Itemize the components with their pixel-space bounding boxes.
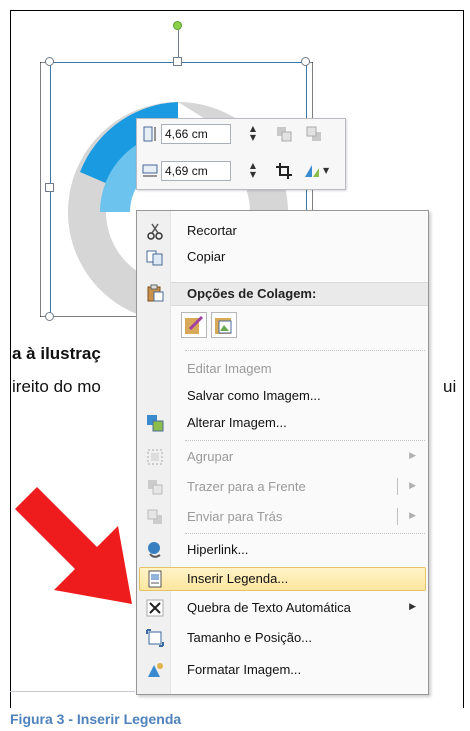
menu-item-insert-caption[interactable]: Inserir Legenda... xyxy=(137,567,428,591)
resize-handle-bottom-left[interactable] xyxy=(45,312,54,321)
menu-item-label: Copiar xyxy=(187,249,226,264)
menu-item-label: Quebra de Texto Automática xyxy=(187,600,351,615)
menu-item-label: Inserir Legenda... xyxy=(187,571,289,586)
menu-separator xyxy=(185,533,425,534)
submenu-arrow-icon: ▶ xyxy=(409,510,416,520)
height-spinner[interactable]: ▲ ▼ xyxy=(247,124,259,144)
menu-item-label: Editar Imagem xyxy=(187,361,272,376)
width-spinner[interactable]: ▲ ▼ xyxy=(247,161,259,181)
menu-separator xyxy=(185,440,425,441)
menu-item-label: Hiperlink... xyxy=(187,542,249,557)
menu-item-send-backward: Enviar para Trás ▶ xyxy=(137,505,428,529)
split-separator xyxy=(397,508,398,525)
format-picture-icon xyxy=(148,663,163,677)
size-mini-toolbar: 4,66 cm ▲ ▼ 4,69 cm ▲ ▼ ▼ xyxy=(136,118,346,190)
resize-handle-top-left[interactable] xyxy=(45,57,54,66)
menu-item-label: Trazer para a Frente xyxy=(187,479,306,494)
paste-options-label: Opções de Colagem: xyxy=(187,286,317,301)
split-separator xyxy=(397,478,398,495)
rotate-handle[interactable] xyxy=(173,21,182,30)
menu-item-label: Salvar como Imagem... xyxy=(187,388,321,403)
menu-item-label: Alterar Imagem... xyxy=(187,415,287,430)
change-picture-icon xyxy=(147,415,164,432)
menu-item-change-picture[interactable]: Alterar Imagem... xyxy=(137,411,428,435)
shape-height-icon xyxy=(143,126,156,142)
figure-caption: Figura 3 - Inserir Legenda xyxy=(10,711,182,727)
menu-item-label: Formatar Imagem... xyxy=(187,662,302,677)
copy-icon xyxy=(146,250,163,266)
menu-item-copy[interactable]: Copiar xyxy=(137,245,428,269)
menu-item-group: Agrupar ▶ xyxy=(137,445,428,469)
menu-item-edit-picture: Editar Imagem xyxy=(137,357,428,381)
menu-item-label: Recortar xyxy=(187,223,237,238)
menu-item-label: Agrupar xyxy=(187,449,234,464)
group-icon xyxy=(147,449,163,465)
menu-item-size-position[interactable]: Tamanho e Posição... xyxy=(137,626,428,650)
doc-line-right: ui xyxy=(443,377,457,396)
send-backward-icon[interactable] xyxy=(305,125,323,143)
scissors-icon xyxy=(147,223,163,240)
menu-item-bring-forward: Trazer para a Frente ▶ xyxy=(137,475,428,499)
menu-item-text-wrap[interactable]: Quebra de Texto Automática ▶ xyxy=(137,596,428,620)
resize-handle-top-right[interactable] xyxy=(301,57,310,66)
resize-handle-left[interactable] xyxy=(45,183,54,192)
menu-item-format-picture[interactable]: Formatar Imagem... xyxy=(137,658,428,682)
paste-options-header: Opções de Colagem: xyxy=(171,282,428,306)
red-arrow-annotation xyxy=(15,487,132,604)
menu-item-hyperlink[interactable]: Hiperlink... xyxy=(137,538,428,562)
clipboard-icon xyxy=(147,284,164,302)
menu-item-label: Enviar para Trás xyxy=(187,509,283,524)
paste-keep-formatting-button[interactable] xyxy=(181,312,207,338)
context-menu: Recortar Copiar Opções de Colagem: Edita… xyxy=(136,210,429,695)
rotate-icon[interactable] xyxy=(303,162,321,180)
menu-item-cut[interactable]: Recortar xyxy=(137,219,428,243)
page-divider xyxy=(10,691,135,692)
shape-width-icon xyxy=(142,164,158,177)
paste-picture-button[interactable] xyxy=(211,312,237,338)
doc-heading-fragment: a à ilustraç xyxy=(12,344,101,363)
rotate-dropdown-arrow[interactable]: ▼ xyxy=(323,166,329,175)
shape-height-input[interactable]: 4,66 cm xyxy=(161,124,231,144)
submenu-arrow-icon: ▶ xyxy=(409,450,416,460)
shape-width-input[interactable]: 4,69 cm xyxy=(161,161,231,181)
doc-line-left: ireito do mo xyxy=(12,377,101,396)
crop-icon[interactable] xyxy=(275,162,293,180)
bring-forward-icon[interactable] xyxy=(275,125,293,143)
submenu-arrow-icon: ▶ xyxy=(409,480,416,490)
menu-item-label: Tamanho e Posição... xyxy=(187,630,313,645)
paste-format-icon xyxy=(185,315,204,334)
paste-picture-icon xyxy=(215,318,232,334)
resize-handle-top[interactable] xyxy=(173,57,182,66)
menu-item-save-as-picture[interactable]: Salvar como Imagem... xyxy=(137,384,428,408)
submenu-arrow-icon: ▶ xyxy=(409,601,416,611)
menu-separator xyxy=(185,350,425,351)
size-position-icon xyxy=(146,629,164,647)
